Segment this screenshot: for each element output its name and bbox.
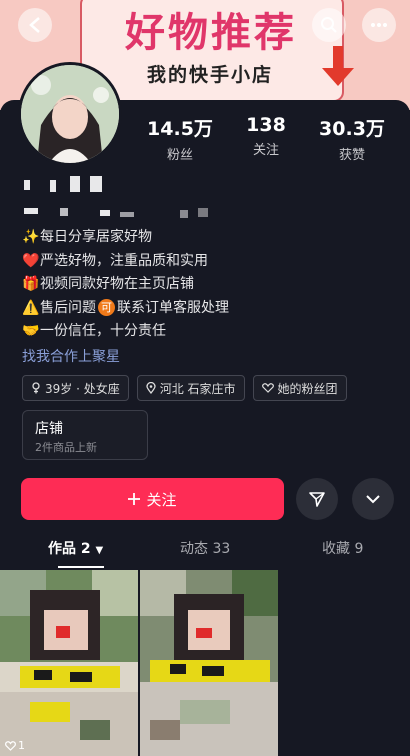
active-tab-indicator xyxy=(58,566,104,568)
handshake-icon: 🤝 xyxy=(22,323,40,339)
share-button[interactable] xyxy=(296,478,338,520)
post-thumbnail[interactable] xyxy=(140,570,278,756)
gift-icon: 🎁 xyxy=(22,276,40,292)
warning-icon: ⚠️ xyxy=(22,299,40,316)
back-button[interactable] xyxy=(18,8,52,42)
shop-subtitle: 2件商品上新 xyxy=(35,441,97,454)
banner-subtitle: 我的快手小店 xyxy=(146,64,273,86)
fan-group-icon xyxy=(261,383,274,393)
more-button[interactable] xyxy=(362,8,396,42)
send-icon xyxy=(309,492,325,507)
stat-likes[interactable]: 30.3万 获赞 xyxy=(312,114,392,163)
avatar[interactable] xyxy=(18,62,122,166)
post-thumbnail[interactable]: 1 xyxy=(0,570,138,756)
avatar-image xyxy=(21,65,119,163)
location-icon xyxy=(146,382,156,394)
likes-count: 30.3万 xyxy=(319,118,385,140)
tab-favorites[interactable]: 收藏 9 xyxy=(322,538,363,558)
tag-fan-group[interactable]: 她的粉丝团 xyxy=(252,375,347,401)
bio-line: 🎁视频同款好物在主页店铺 xyxy=(22,273,229,297)
pixelated-thumbnail xyxy=(140,570,278,756)
follow-label: 关注 xyxy=(146,490,177,509)
gender-female-icon xyxy=(32,382,40,394)
badge-icon: 可 xyxy=(98,299,115,316)
profile-page: 好物推荐 我的快手小店 14.5万 粉丝 138 关注 30.3万 获赞 ✨每日… xyxy=(0,0,410,756)
sparkles-icon: ✨ xyxy=(22,229,40,245)
bio-line: ⚠️售后问题可联系订单客服处理 xyxy=(22,297,229,321)
shop-title: 店铺 xyxy=(35,421,63,437)
heart-outline-icon xyxy=(5,740,16,751)
tab-works[interactable]: 作品 2 ▼ xyxy=(48,538,103,558)
following-label: 关注 xyxy=(252,143,279,158)
stat-followers[interactable]: 14.5万 粉丝 xyxy=(140,114,220,163)
bio-line: ❤️严选好物，注重品质和实用 xyxy=(22,250,229,274)
post-likes: 1 xyxy=(5,739,25,752)
profile-bio: ✨每日分享居家好物 ❤️严选好物，注重品质和实用 🎁视频同款好物在主页店铺 ⚠️… xyxy=(22,226,229,344)
following-count: 138 xyxy=(246,114,286,136)
likes-label: 获赞 xyxy=(338,148,365,163)
tab-moments[interactable]: 动态 33 xyxy=(180,538,230,558)
pixelated-thumbnail xyxy=(0,570,138,756)
banner-title: 好物推荐 xyxy=(125,10,297,56)
heart-icon: ❤️ xyxy=(22,252,40,269)
follow-button[interactable]: 关注 xyxy=(21,478,284,520)
profile-tags: 39岁 · 处女座 河北 石家庄市 她的粉丝团 xyxy=(22,375,347,401)
bio-line: ✨每日分享居家好物 xyxy=(22,226,229,250)
plus-icon xyxy=(128,493,141,505)
chevron-down-icon xyxy=(366,495,380,504)
more-icon xyxy=(371,23,387,27)
bio-line: 🤝一份信任，十分责任 xyxy=(22,320,229,344)
dropdown-icon: ▼ xyxy=(95,545,104,556)
followers-count: 14.5万 xyxy=(147,118,213,140)
tag-age[interactable]: 39岁 · 处女座 xyxy=(22,375,129,401)
stat-following[interactable]: 138 关注 xyxy=(226,114,306,158)
arrow-down-icon xyxy=(322,46,354,86)
shop-entry[interactable]: 店铺 2件商品上新 xyxy=(22,410,148,460)
chevron-left-icon xyxy=(29,17,40,33)
followers-label: 粉丝 xyxy=(166,148,193,163)
expand-button[interactable] xyxy=(352,478,394,520)
posts-grid: 1 xyxy=(0,570,410,756)
collab-link[interactable]: 找我合作上聚星 xyxy=(22,346,120,366)
tag-location[interactable]: 河北 石家庄市 xyxy=(136,375,245,401)
search-icon xyxy=(321,17,337,33)
search-button[interactable] xyxy=(312,8,346,42)
content-tabs: 作品 2 ▼ 动态 33 收藏 9 xyxy=(0,530,410,568)
